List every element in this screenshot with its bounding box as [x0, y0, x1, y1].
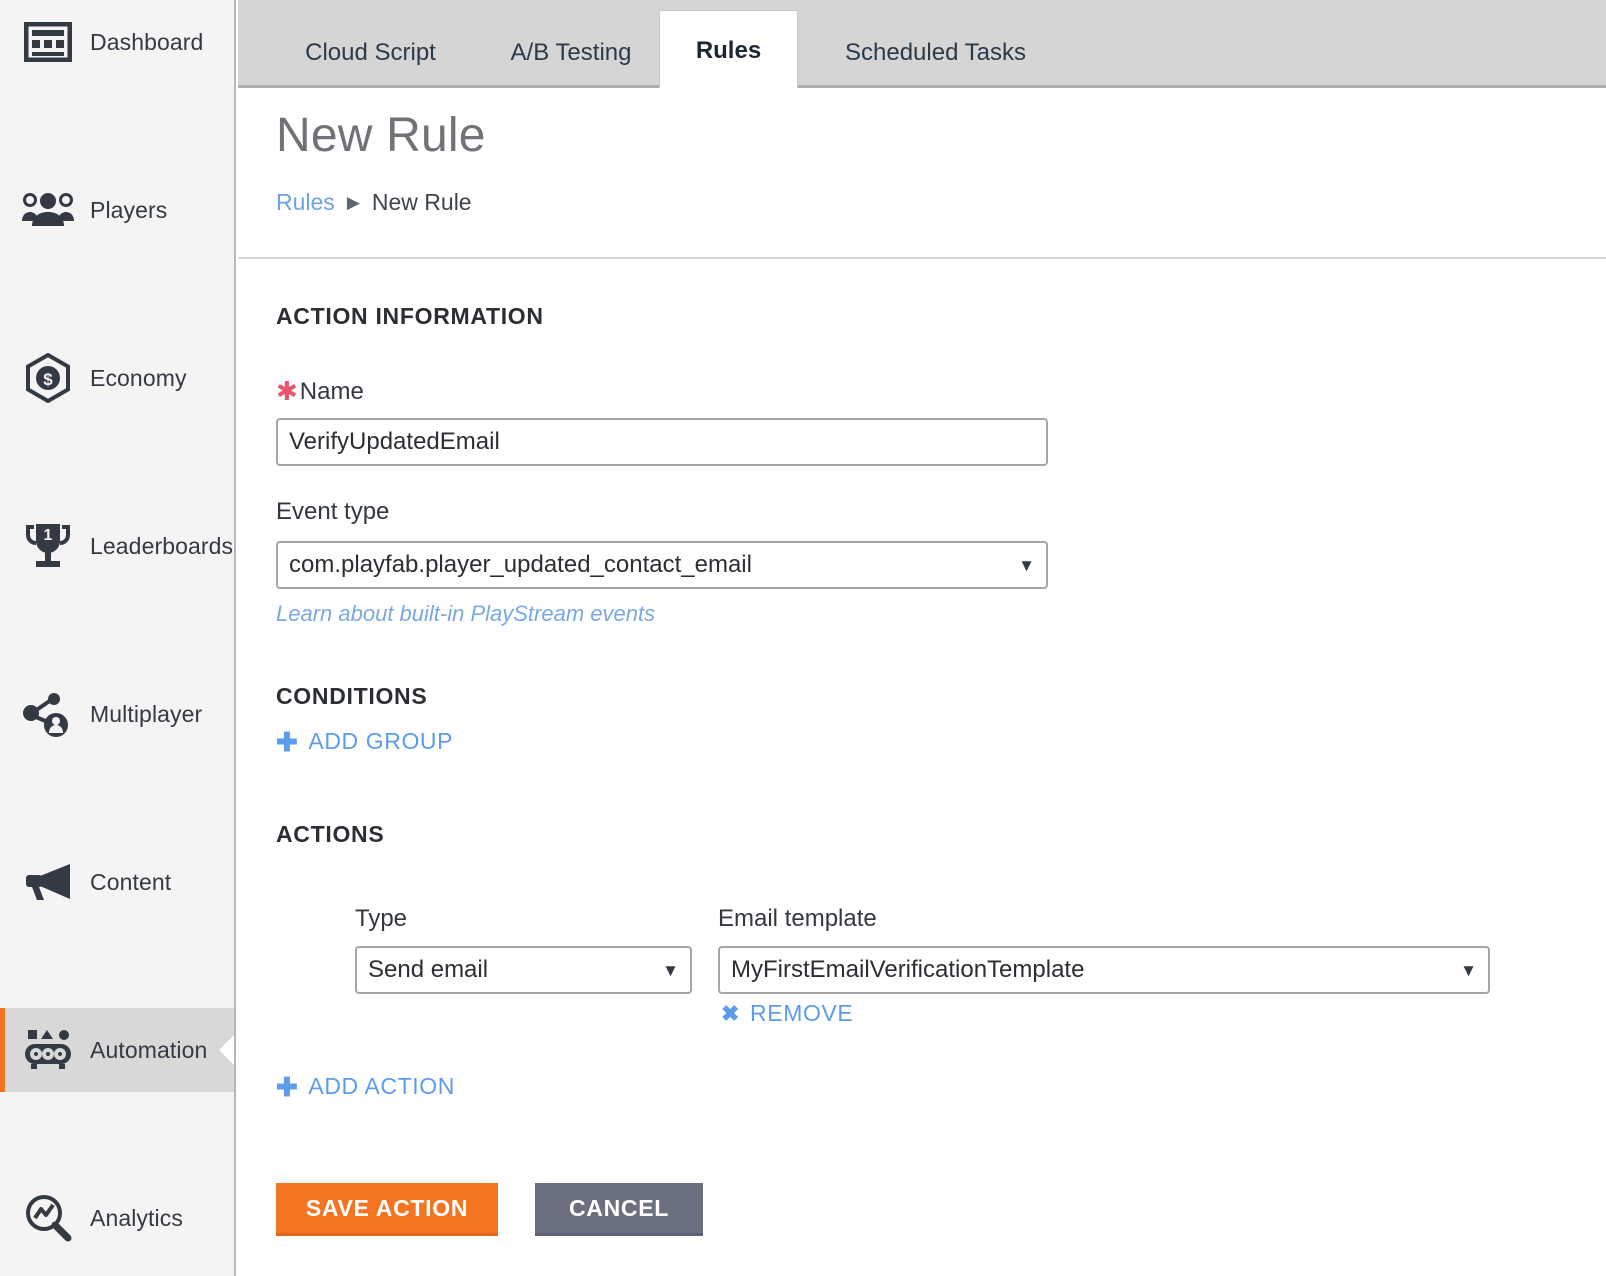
tab-scheduled-tasks[interactable]: Scheduled Tasks [818, 14, 1053, 91]
sidebar-item-content[interactable]: Content [0, 840, 234, 924]
tab-rules[interactable]: Rules [659, 10, 798, 91]
name-label-text: Name [299, 378, 364, 405]
chevron-down-icon: ▼ [662, 960, 679, 980]
chevron-down-icon: ▼ [1018, 555, 1035, 575]
sidebar-item-automation[interactable]: Automation [0, 1008, 234, 1092]
svg-text:$: $ [43, 370, 53, 389]
add-group-button[interactable]: ✚ ADD GROUP [276, 728, 453, 755]
tab-ab-testing[interactable]: A/B Testing [483, 14, 659, 91]
add-action-label: ADD ACTION [308, 1073, 455, 1099]
sidebar-item-label: Content [90, 868, 172, 895]
cancel-button[interactable]: CANCEL [535, 1183, 703, 1236]
email-template-select[interactable]: MyFirstEmailVerificationTemplate ▼ [718, 946, 1490, 994]
event-type-field-label: Event type [276, 498, 390, 525]
breadcrumb-separator-icon: ▶ [346, 193, 360, 212]
type-select[interactable]: Send email ▼ [355, 946, 692, 994]
tab-label: A/B Testing [510, 38, 632, 66]
name-field-label: ✱Name [276, 376, 364, 407]
tab-label: Rules [695, 37, 762, 64]
automation-icon [20, 1022, 76, 1078]
learn-playstream-events-link[interactable]: Learn about built-in PlayStream events [276, 601, 655, 627]
section-title-actions: ACTIONS [276, 821, 385, 847]
name-input[interactable] [276, 418, 1048, 466]
leaderboards-icon: 1 [20, 518, 76, 574]
tab-bar: Cloud Script A/B Testing Rules Scheduled… [238, 0, 1606, 91]
close-icon: ✖ [721, 1000, 741, 1026]
plus-icon: ✚ [276, 726, 299, 757]
multiplayer-icon [20, 686, 76, 742]
type-value: Send email [368, 956, 489, 983]
sidebar-item-players[interactable]: Players [0, 168, 234, 252]
sidebar: Dashboard Players $ Economy 1 Leaderboar… [0, 0, 236, 1276]
type-field-label: Type [355, 905, 408, 932]
event-type-value: com.playfab.player_updated_contact_email [289, 551, 752, 578]
breadcrumb: Rules ▶ New Rule [276, 189, 472, 216]
economy-icon: $ [20, 350, 76, 406]
section-title-action-information: ACTION INFORMATION [276, 303, 544, 329]
main-content: New Rule Rules ▶ New Rule ACTION INFORMA… [238, 88, 1606, 1276]
sidebar-item-multiplayer[interactable]: Multiplayer [0, 672, 234, 756]
sidebar-item-economy[interactable]: $ Economy [0, 336, 234, 420]
remove-label: REMOVE [750, 1000, 854, 1026]
tab-cloud-script[interactable]: Cloud Script [278, 14, 463, 91]
chevron-down-icon: ▼ [1460, 960, 1477, 980]
cancel-label: CANCEL [568, 1194, 670, 1221]
breadcrumb-link-rules[interactable]: Rules [276, 189, 335, 216]
players-icon [20, 182, 76, 238]
sidebar-item-label: Leaderboards [90, 532, 234, 559]
required-asterisk-icon: ✱ [276, 376, 298, 406]
sidebar-item-leaderboards[interactable]: 1 Leaderboards [0, 504, 234, 588]
sidebar-item-label: Players [90, 196, 168, 223]
email-template-value: MyFirstEmailVerificationTemplate [731, 956, 1085, 983]
sidebar-item-label: Analytics [90, 1204, 183, 1231]
save-action-button[interactable]: SAVE ACTION [276, 1183, 498, 1236]
dashboard-icon [20, 14, 76, 70]
header-divider [238, 257, 1606, 259]
event-type-select[interactable]: com.playfab.player_updated_contact_email… [276, 541, 1048, 589]
sidebar-item-label: Multiplayer [90, 700, 203, 727]
page-title: New Rule [276, 109, 486, 162]
remove-action-button[interactable]: ✖ REMOVE [721, 1000, 853, 1027]
add-group-label: ADD GROUP [308, 728, 454, 754]
breadcrumb-current: New Rule [371, 189, 472, 215]
save-action-label: SAVE ACTION [305, 1194, 469, 1221]
sidebar-item-label: Economy [90, 364, 187, 391]
sidebar-item-label: Dashboard [90, 28, 204, 55]
plus-icon: ✚ [276, 1071, 299, 1102]
svg-text:1: 1 [44, 527, 53, 544]
add-action-button[interactable]: ✚ ADD ACTION [276, 1073, 455, 1100]
tab-label: Scheduled Tasks [844, 38, 1026, 66]
email-template-field-label: Email template [718, 905, 877, 932]
analytics-icon [20, 1190, 76, 1246]
section-title-conditions: CONDITIONS [276, 683, 428, 709]
sidebar-item-dashboard[interactable]: Dashboard [0, 0, 234, 84]
content-icon [20, 854, 76, 910]
sidebar-item-label: Automation [90, 1036, 208, 1063]
tab-label: Cloud Script [305, 38, 436, 66]
sidebar-item-analytics[interactable]: Analytics [0, 1176, 234, 1260]
